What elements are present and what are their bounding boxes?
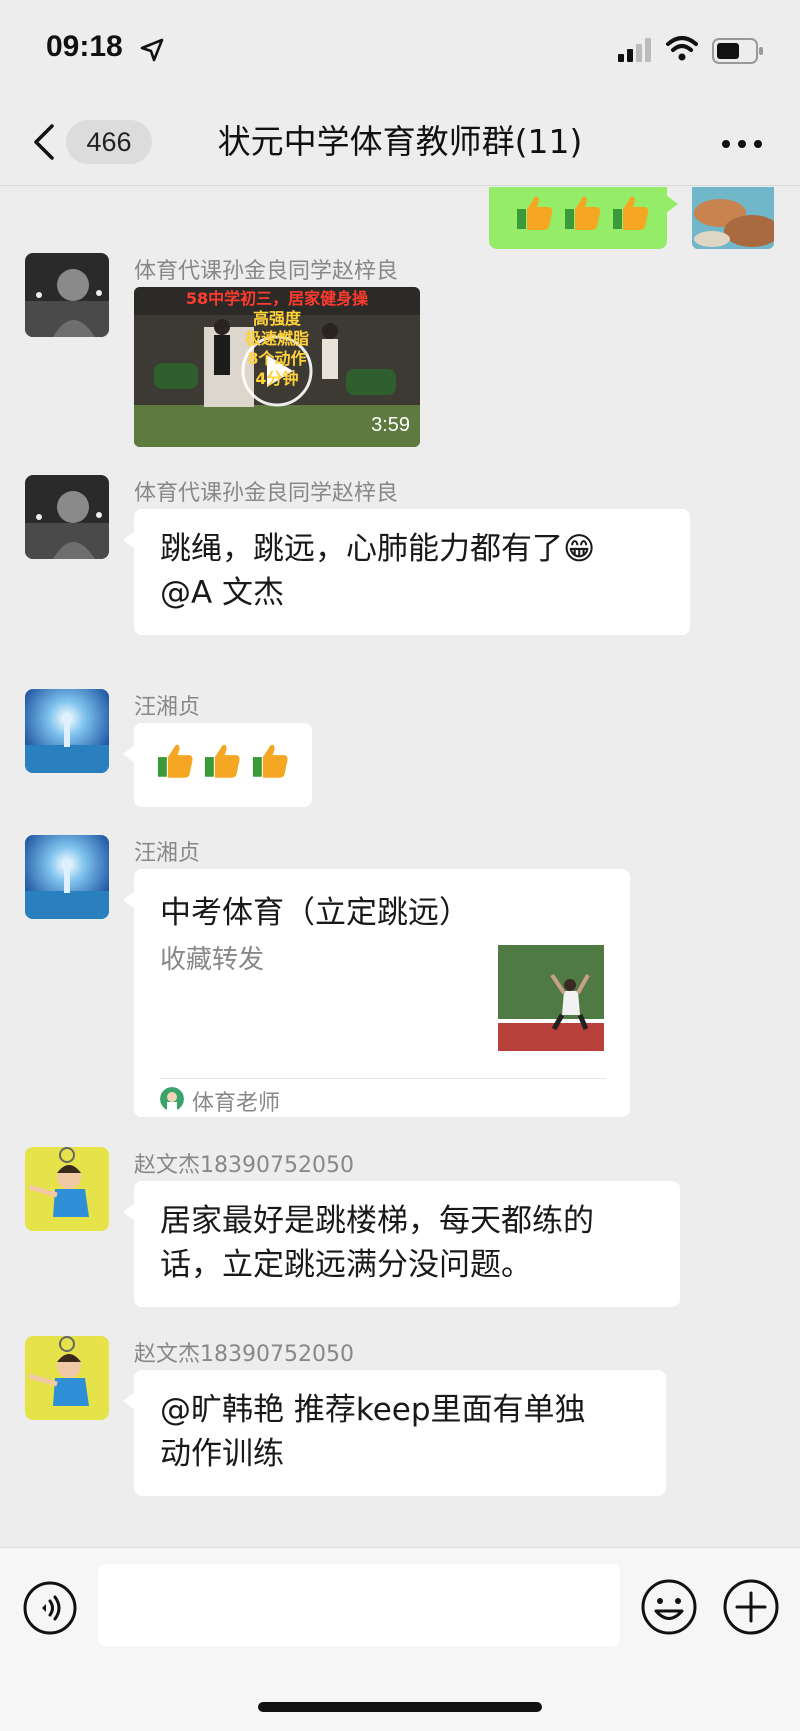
battery-icon — [712, 38, 763, 64]
avatar[interactable] — [25, 253, 109, 337]
avatar[interactable] — [25, 1336, 109, 1420]
shared-article-description: 收藏转发 — [160, 945, 265, 975]
video-title-line: 58中学初三，居家健身操 — [185, 289, 369, 308]
text-message-bubble[interactable]: 居家最好是跳楼梯，每天都练的 话，立定跳远满分没问题。 — [123, 1181, 680, 1307]
input-bar — [0, 1547, 800, 1731]
self-avatar[interactable] — [692, 187, 774, 249]
chat-title: 状元中学体育教师群(11) — [217, 122, 583, 161]
message-line: 居家最好是跳楼梯，每天都练的 — [160, 1203, 594, 1239]
message-line: 跳绳，跳远，心肺能力都有了😁 — [160, 531, 596, 567]
back-chevron-icon[interactable] — [30, 122, 58, 162]
sender-name: 赵文杰18390752050 — [134, 1342, 354, 1367]
video-title-line: 极速燃脂 — [244, 329, 309, 348]
status-time: 09:18 — [46, 30, 123, 63]
avatar[interactable] — [25, 1147, 109, 1231]
shared-article-card[interactable]: 中考体育（立定跳远） 收藏转发 体育老师 — [123, 869, 630, 1117]
video-title-line: 高强度 — [252, 309, 301, 328]
unread-count-badge[interactable]: 466 — [66, 120, 152, 164]
sender-name: 赵文杰18390752050 — [134, 1153, 354, 1178]
message-line: @A 文杰 — [160, 575, 285, 611]
chat-header: 466 状元中学体育教师群(11) — [0, 100, 800, 186]
thumbs-up-icon — [517, 196, 553, 230]
thumbs-up-emoji-row — [515, 191, 651, 235]
emoji-icon[interactable] — [640, 1578, 698, 1636]
cellular-signal-icon — [618, 38, 651, 62]
self-message-bubble[interactable] — [489, 187, 678, 249]
avatar[interactable] — [25, 689, 109, 773]
video-title-overlay: 58中学初三，居家健身操 高强度 极速燃脂 8个动作 4分钟 — [134, 289, 420, 389]
avatar[interactable] — [25, 475, 109, 559]
plus-icon[interactable] — [722, 1578, 780, 1636]
video-title-line: 8个动作 — [247, 349, 307, 368]
shared-article-thumbnail — [498, 945, 604, 1051]
message-input[interactable] — [98, 1564, 620, 1646]
thumbs-up-icon — [565, 196, 601, 230]
text-message-bubble[interactable]: @旷韩艳 推荐keep里面有单独 动作训练 — [123, 1370, 666, 1496]
message-line: 话，立定跳远满分没问题。 — [160, 1247, 532, 1283]
video-message[interactable]: 58中学初三，居家健身操 高强度 极速燃脂 8个动作 4分钟 3:59 — [134, 287, 420, 447]
video-duration: 3:59 — [371, 414, 410, 436]
status-bar: 09:18 — [0, 0, 800, 100]
text-message-bubble[interactable]: 跳绳，跳远，心肺能力都有了😁 @A 文杰 — [123, 509, 690, 635]
wifi-icon — [666, 36, 698, 61]
message-list[interactable]: 体育代课孙金良同学赵梓良 58中学初三，居家健身操 高强度 极速燃脂 8个动作 … — [0, 187, 800, 1547]
thumbs-up-icon — [205, 744, 240, 778]
sender-name: 汪湘贞 — [134, 841, 201, 866]
emoji-message-bubble[interactable] — [123, 723, 312, 807]
message-line: 动作训练 — [160, 1436, 284, 1472]
sender-name: 体育代课孙金良同学赵梓良 — [134, 481, 399, 506]
card-divider — [160, 1078, 606, 1079]
sender-name: 汪湘贞 — [134, 695, 201, 720]
source-account-icon — [160, 1087, 184, 1111]
thumbs-up-emoji-row — [156, 741, 290, 781]
video-title-line: 4分钟 — [255, 369, 299, 388]
shared-article-title: 中考体育（立定跳远） — [160, 895, 470, 931]
thumbs-up-icon — [157, 744, 193, 778]
more-dots-icon[interactable] — [720, 138, 764, 150]
message-line: @旷韩艳 推荐keep里面有单独 — [160, 1392, 586, 1428]
thumbs-up-icon — [252, 744, 288, 778]
sender-name: 体育代课孙金良同学赵梓良 — [134, 259, 399, 284]
thumbs-up-icon — [613, 196, 649, 230]
home-indicator — [258, 1702, 542, 1712]
location-arrow-icon — [140, 38, 164, 62]
avatar[interactable] — [25, 835, 109, 919]
source-account-name: 体育老师 — [192, 1091, 281, 1116]
voice-icon[interactable] — [22, 1580, 78, 1636]
